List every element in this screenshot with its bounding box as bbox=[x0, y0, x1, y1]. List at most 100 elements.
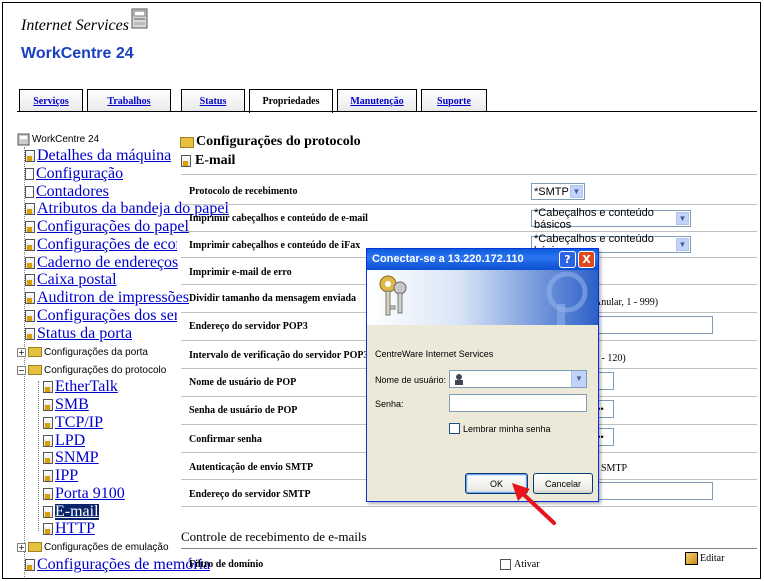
smtp-address-input[interactable] bbox=[588, 482, 713, 500]
document-icon bbox=[43, 399, 53, 411]
divider bbox=[181, 506, 757, 507]
tree-item-papel[interactable]: Configurações do papel bbox=[25, 219, 189, 235]
open-folder-icon bbox=[180, 136, 194, 148]
username-input[interactable]: ▼ bbox=[449, 370, 587, 388]
annotation-arrow-icon bbox=[512, 483, 556, 525]
tab-suporte[interactable]: Suporte bbox=[421, 89, 487, 112]
tree-item-contadores[interactable]: Contadores bbox=[25, 184, 109, 200]
label-pop3-interval: Intervalo de verificação do servidor POP… bbox=[189, 350, 369, 361]
document-icon bbox=[25, 239, 35, 251]
tree-folder-porta[interactable]: + Configurações da porta bbox=[17, 344, 148, 360]
tab-manutencao[interactable]: Manutenção bbox=[337, 89, 417, 112]
tab-divider bbox=[17, 111, 757, 112]
collapse-icon[interactable]: − bbox=[17, 365, 26, 375]
label-smtp-address: Endereço do servidor SMTP bbox=[189, 489, 311, 500]
enable-label: Ativar bbox=[514, 559, 540, 570]
label-print-headers-ifax: Imprimir cabeçalhos e conteúdo de iFax bbox=[189, 240, 361, 251]
document-icon bbox=[25, 257, 35, 269]
tree-item-porta9100[interactable]: Porta 9100 bbox=[43, 486, 125, 502]
printer-icon bbox=[131, 8, 148, 29]
chevron-down-icon: ▼ bbox=[676, 238, 689, 251]
folder-icon bbox=[28, 542, 42, 552]
tree-item-ethertalk[interactable]: EtherTalk bbox=[43, 379, 118, 395]
document-icon bbox=[25, 150, 35, 162]
tab-propriedades[interactable]: Propriedades bbox=[249, 89, 333, 113]
password-label: Senha: bbox=[375, 399, 404, 409]
tree-item-email[interactable]: E-mail bbox=[43, 504, 99, 520]
document-icon bbox=[43, 488, 53, 500]
banner-key-graphic bbox=[546, 271, 588, 325]
device-icon bbox=[17, 133, 30, 145]
tree-item-snmp[interactable]: SNMP bbox=[43, 450, 99, 466]
password-input[interactable] bbox=[449, 394, 587, 412]
help-button[interactable]: ? bbox=[559, 251, 576, 268]
tree-item-economia[interactable]: Configurações de economia de ene bbox=[25, 237, 177, 253]
tree-item-servicos-internet[interactable]: Configurações dos serviços da Int bbox=[25, 308, 177, 324]
chevron-down-icon[interactable]: ▼ bbox=[571, 371, 586, 387]
document-icon bbox=[25, 328, 35, 340]
document-icon bbox=[25, 221, 35, 233]
document-icon bbox=[43, 381, 53, 393]
label-pop3-address: Endereço do servidor POP3 bbox=[189, 321, 308, 332]
browser-content: Internet Services WorkCentre 24 Serviços… bbox=[2, 2, 761, 579]
tree-item-http[interactable]: HTTP bbox=[43, 521, 95, 537]
username-label: Nome de usuário: bbox=[375, 375, 447, 385]
document-icon bbox=[25, 559, 35, 571]
expand-icon[interactable]: + bbox=[17, 347, 26, 357]
document-icon bbox=[181, 155, 191, 167]
label-split-size: Dividir tamanho da mensagem enviada bbox=[189, 293, 357, 304]
tree-item-caderno[interactable]: Caderno de endereços bbox=[25, 255, 178, 271]
pop3-address-input[interactable] bbox=[588, 316, 713, 334]
dialog-site: CentreWare Internet Services bbox=[375, 349, 494, 359]
login-dialog: Conectar-se a 13.220.172.110 ? X CentreW… bbox=[366, 248, 599, 502]
label-pop-password: Senha de usuário de POP bbox=[189, 405, 298, 416]
receive-control-title: Controle de recebimento de e-mails bbox=[181, 529, 367, 544]
remember-label: Lembrar minha senha bbox=[463, 424, 551, 434]
tree-folder-protocolo[interactable]: − Configurações do protocolo bbox=[17, 362, 166, 378]
user-icon bbox=[455, 374, 463, 385]
document-icon bbox=[25, 274, 35, 286]
document-icon bbox=[43, 417, 53, 429]
label-domain-filter: Filtro de domínio bbox=[189, 559, 264, 570]
tree-root: WorkCentre 24 bbox=[17, 131, 99, 147]
dialog-banner bbox=[367, 270, 598, 325]
open-folder-icon bbox=[28, 365, 42, 375]
label-smtp-auth: Autenticação de envio SMTP bbox=[189, 462, 314, 473]
chevron-down-icon: ▼ bbox=[676, 212, 689, 225]
close-button[interactable]: X bbox=[578, 251, 595, 268]
tree-folder-emulacao[interactable]: + Configurações de emulação bbox=[17, 539, 169, 555]
chevron-down-icon: ▼ bbox=[570, 185, 583, 198]
document-icon bbox=[43, 470, 53, 482]
tree-item-ipp[interactable]: IPP bbox=[43, 468, 78, 484]
tab-trabalhos[interactable]: Trabalhos bbox=[87, 89, 171, 112]
document-icon bbox=[25, 203, 35, 215]
folder-icon bbox=[28, 347, 42, 357]
tree-item-status-porta[interactable]: Status da porta bbox=[25, 326, 132, 342]
domain-filter-checkbox[interactable] bbox=[500, 559, 511, 570]
label-pop-user: Nome de usuário de POP bbox=[189, 377, 297, 388]
tree-item-detalhes[interactable]: Detalhes da máquina bbox=[25, 148, 171, 164]
tree-item-memoria[interactable]: Configurações de memória bbox=[25, 557, 210, 573]
tree-item-tcpip[interactable]: TCP/IP bbox=[43, 415, 103, 431]
divider bbox=[181, 204, 757, 205]
print-headers-email-select[interactable]: *Cabeçalhos e conteúdo básicos ▼ bbox=[531, 207, 691, 231]
tree-item-caixa-postal[interactable]: Caixa postal bbox=[25, 272, 117, 288]
tree-item-smb[interactable]: SMB bbox=[43, 397, 89, 413]
document-icon bbox=[43, 452, 53, 464]
smtp-auth-value: SMTP bbox=[601, 463, 628, 474]
label-print-error-email: Imprimir e-mail de erro bbox=[189, 267, 292, 278]
document-icon bbox=[43, 506, 53, 518]
remember-checkbox[interactable] bbox=[449, 423, 460, 434]
document-icon bbox=[43, 523, 53, 535]
page-title: E-mail bbox=[181, 153, 235, 169]
tree-item-auditron[interactable]: Auditron de impressões bbox=[25, 290, 189, 306]
tab-servicos[interactable]: Serviços bbox=[19, 89, 83, 112]
tab-status[interactable]: Status bbox=[181, 89, 245, 112]
label-receive-protocol: Protocolo de recebimento bbox=[189, 186, 298, 197]
expand-icon[interactable]: + bbox=[17, 542, 26, 552]
tree-item-configuracao[interactable]: Configuração bbox=[25, 166, 123, 182]
receive-protocol-select[interactable]: *SMTP ▼ bbox=[531, 183, 585, 200]
tree-item-lpd[interactable]: LPD bbox=[43, 433, 85, 449]
document-icon bbox=[43, 435, 53, 447]
edit-button[interactable]: Editar bbox=[685, 552, 724, 565]
